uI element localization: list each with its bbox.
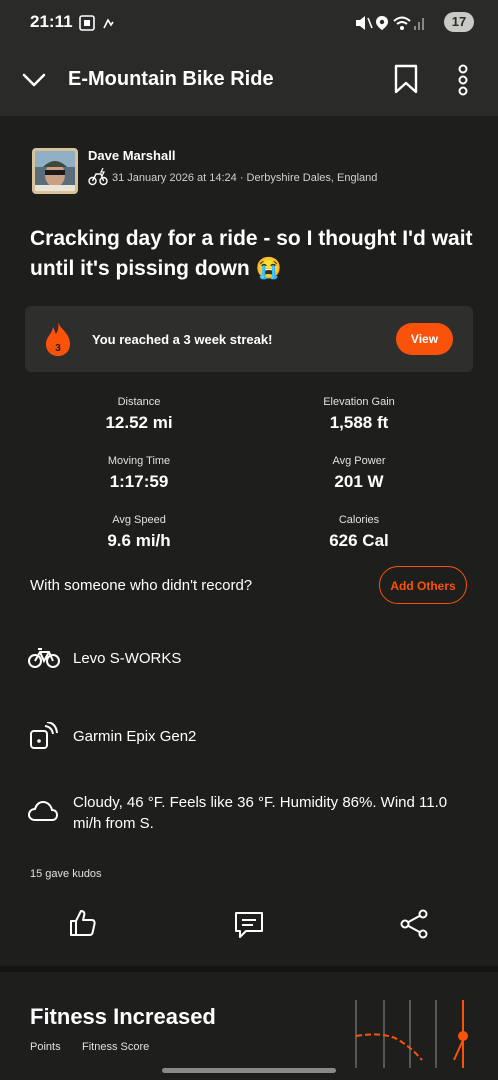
stat-label: Elevation Gain	[323, 396, 395, 408]
stat-avg-power: Avg Power 201 W	[279, 455, 439, 492]
status-time: 21:11	[30, 12, 73, 31]
activity-meta: 31 January 2026 at 14:24 · Derbyshire Da…	[112, 172, 378, 184]
home-indicator[interactable]	[162, 1068, 336, 1073]
author-name[interactable]: Dave Marshall	[88, 148, 175, 163]
weather-summary: Cloudy, 46 °F. Feels like 36 °F. Humidit…	[73, 794, 448, 832]
stat-label: Avg Power	[332, 455, 386, 467]
thumbs-up-icon[interactable]	[68, 908, 98, 938]
stat-label: Moving Time	[107, 455, 171, 467]
fitness-trend-chart	[355, 1000, 468, 1068]
view-streak-button[interactable]: View	[396, 323, 453, 355]
activity-header: E-Mountain Bike Ride	[0, 46, 498, 116]
streak-badge-count: 3	[55, 343, 61, 354]
chevron-down-icon[interactable]	[22, 70, 46, 90]
streak-card: 3 You reached a 3 week streak! View	[25, 306, 473, 372]
stat-label: Avg Speed	[112, 514, 166, 526]
status-bar: 21:11 17	[0, 0, 498, 46]
stat-value: 201 W	[334, 472, 384, 491]
activity-title: Cracking day for a ride - so I thought I…	[30, 227, 473, 280]
ebike-icon	[88, 167, 108, 186]
stat-value: 626 Cal	[329, 531, 389, 550]
stat-calories: Calories 626 Cal	[279, 514, 439, 551]
fitness-score-label: Fitness Score	[82, 1041, 150, 1053]
gear-device[interactable]: Garmin Epix Gen2	[73, 726, 196, 747]
device-icon	[30, 722, 58, 749]
more-vertical-icon[interactable]	[455, 64, 471, 96]
add-others-prompt: With someone who didn't record?	[30, 577, 253, 594]
stat-moving-time: Moving Time 1:17:59	[59, 455, 219, 492]
signal-wifi-icon	[356, 16, 424, 30]
comment-icon[interactable]	[233, 910, 265, 940]
status-notification-icons	[79, 15, 114, 31]
avatar[interactable]	[32, 148, 78, 194]
page-title: E-Mountain Bike Ride	[68, 68, 274, 90]
stat-value: 1,588 ft	[329, 413, 389, 432]
stat-elevation: Elevation Gain 1,588 ft	[279, 396, 439, 433]
battery-indicator: 17	[444, 12, 474, 32]
bike-icon	[28, 648, 60, 668]
stat-value: 9.6 mi/h	[107, 531, 171, 550]
stat-label: Distance	[117, 396, 161, 408]
kudos-count[interactable]: 15 gave kudos	[30, 868, 102, 880]
streak-text: You reached a 3 week streak!	[92, 332, 273, 347]
gear-bike[interactable]: Levo S-WORKS	[73, 648, 181, 669]
stat-value: 12.52 mi	[105, 413, 173, 432]
cloud-icon	[28, 800, 58, 821]
fitness-points-label: Points	[30, 1041, 61, 1053]
bookmark-icon[interactable]	[394, 64, 418, 94]
stat-label: Calories	[338, 514, 380, 526]
fitness-title: Fitness Increased	[30, 1004, 216, 1029]
stat-distance: Distance 12.52 mi	[59, 396, 219, 433]
add-others-button[interactable]: Add Others	[379, 566, 467, 604]
stat-value: 1:17:59	[109, 472, 169, 491]
share-icon[interactable]	[399, 909, 429, 939]
stat-avg-speed: Avg Speed 9.6 mi/h	[59, 514, 219, 551]
section-divider	[0, 966, 498, 972]
flame-icon: 3	[46, 322, 70, 356]
status-system-icons: 17	[354, 12, 474, 34]
